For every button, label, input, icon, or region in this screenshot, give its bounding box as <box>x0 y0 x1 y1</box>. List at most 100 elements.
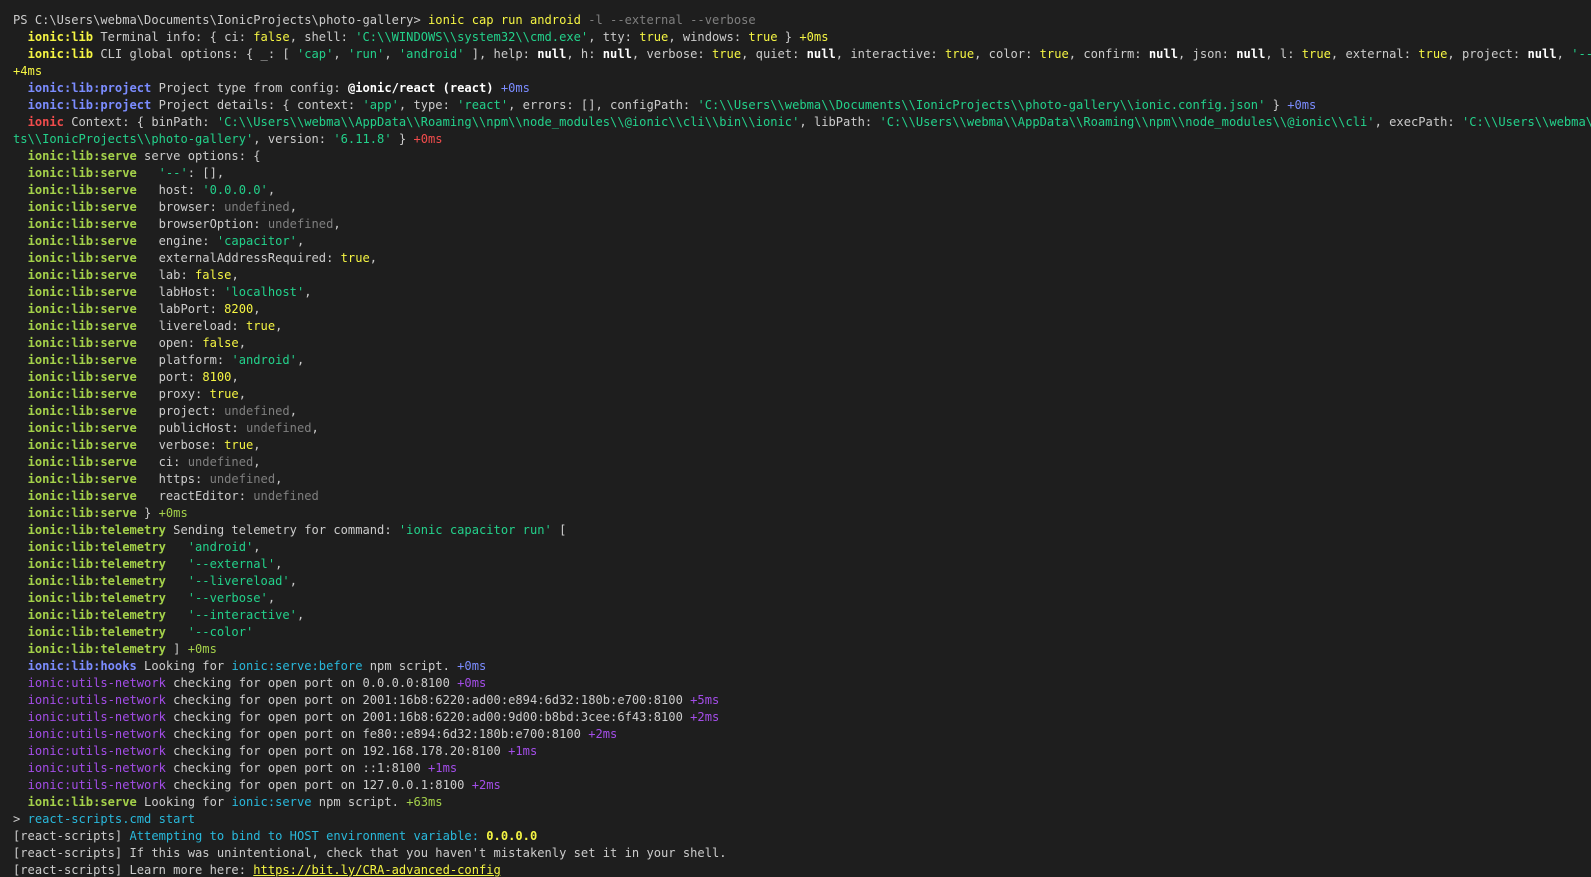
terminal-text-segment: , <box>267 183 276 197</box>
terminal-text-segment: 'android' <box>187 540 254 554</box>
terminal-text-segment: , execPath: <box>1374 115 1462 129</box>
terminal-text-segment: ionic <box>27 115 64 129</box>
terminal-text-segment: ionic:lib:serve <box>27 149 137 163</box>
terminal-text-segment: ionic:utils-network <box>27 693 166 707</box>
terminal-text-segment: npm script. <box>362 659 458 673</box>
terminal-text-segment: ionic:utils-network <box>27 761 166 775</box>
terminal-text-segment: , <box>231 370 239 384</box>
terminal-text-segment: } <box>777 30 800 44</box>
terminal-text-segment: Attempting to bind to HOST environment v… <box>129 829 487 843</box>
terminal-text-segment: ionic:lib:serve <box>27 489 137 503</box>
terminal-text-segment: 'android' <box>398 47 465 61</box>
terminal-text-segment: 'C:\\Users\\webma\\AppData\\Roaming\\npm… <box>216 115 800 129</box>
terminal-text-segment: port: <box>136 370 203 384</box>
terminal-line: ionic:lib:project Project type from conf… <box>13 80 1591 97</box>
terminal-line: ionic:lib:telemetry 'android', <box>13 539 1591 556</box>
terminal-text-segment: labHost: <box>136 285 225 299</box>
terminal-text-segment: true <box>1418 47 1448 61</box>
terminal-text-segment: https: <box>136 472 210 486</box>
terminal-line: ionic:lib:serve serve options: { <box>13 148 1591 165</box>
terminal-line: ionic:lib:serve livereload: true, <box>13 318 1591 335</box>
terminal-text-segment: +0ms <box>799 30 829 44</box>
terminal-text-segment: false <box>202 336 239 350</box>
terminal-line: ionic:lib:serve labPort: 8200, <box>13 301 1591 318</box>
terminal-text-segment: livereload: <box>136 319 246 333</box>
terminal-text-segment: , <box>384 47 399 61</box>
terminal-text-segment: , errors: [], configPath: <box>508 98 698 112</box>
terminal-text-segment: 0.0.0.0 <box>486 829 538 843</box>
terminal-text-segment: , <box>296 234 305 248</box>
terminal-line: ionic:lib CLI global options: { _: [ 'ca… <box>13 46 1591 63</box>
terminal-text-segment: 8200 <box>224 302 254 316</box>
terminal-text-segment: false <box>195 268 232 282</box>
terminal-text-segment: 'C:\\WINDOWS\\system32\\cmd.exe' <box>355 30 589 44</box>
terminal-line: ionic:lib:serve engine: 'capacitor', <box>13 233 1591 250</box>
terminal-text-segment: '--external' <box>187 557 276 571</box>
terminal-text-segment: ], help: <box>464 47 538 61</box>
terminal-text-segment: ionic:utils-network <box>27 778 166 792</box>
terminal-text-segment: , <box>311 421 319 435</box>
terminal-text-segment: true <box>246 319 276 333</box>
terminal-text-segment: -l --external --verbose <box>588 13 756 27</box>
terminal-text-segment: 'run' <box>347 47 385 61</box>
terminal-link[interactable]: https://bit.ly/CRA-advanced-config <box>253 863 501 877</box>
terminal-text-segment: 'localhost' <box>224 285 305 299</box>
terminal-text-segment: [react-scripts] <box>13 829 130 843</box>
terminal-line: ionic:lib Terminal info: { ci: false, sh… <box>13 29 1591 46</box>
terminal-text-segment: +0ms <box>187 642 217 656</box>
terminal-text-segment: ionic:lib:serve <box>27 183 137 197</box>
terminal-text-segment: checking for open port on 2001:16b8:6220… <box>165 693 691 707</box>
terminal-line: ionic:lib:serve open: false, <box>13 335 1591 352</box>
terminal-text-segment: ionic:lib:telemetry <box>27 608 166 622</box>
terminal-text-segment: ionic:lib:serve <box>27 319 137 333</box>
terminal-text-segment: , <box>289 574 297 588</box>
terminal-line: ionic:lib:serve reactEditor: undefined <box>13 488 1591 505</box>
terminal-line: ionic:lib:telemetry ] +0ms <box>13 641 1591 658</box>
terminal-text-segment: ionic:utils-network <box>27 727 166 741</box>
terminal-text-segment: , <box>275 319 283 333</box>
terminal-text-segment: true <box>748 30 778 44</box>
terminal-text-segment: , <box>267 591 276 605</box>
terminal-text-segment: ionic:lib:serve <box>27 353 137 367</box>
terminal-text-segment: ionic:lib:serve <box>27 795 137 809</box>
terminal-text-segment: ionic:lib:serve <box>27 387 137 401</box>
terminal-text-segment: true <box>209 387 239 401</box>
terminal-line: ionic:lib:serve externalAddressRequired:… <box>13 250 1591 267</box>
terminal-text-segment: reactEditor: <box>136 489 254 503</box>
terminal-text-segment: +5ms <box>690 693 720 707</box>
terminal-text-segment: , external: <box>1330 47 1419 61</box>
terminal-text-segment: +1ms <box>428 761 458 775</box>
terminal-text-segment: , type: <box>398 98 458 112</box>
terminal-text-segment: '6.11.8' <box>333 132 392 146</box>
terminal-output[interactable]: PS C:\Users\webma\Documents\IonicProject… <box>0 0 1591 877</box>
terminal-text-segment: ionic:lib:serve <box>27 302 137 316</box>
terminal-line: ionic:lib:serve '--': [], <box>13 165 1591 182</box>
terminal-text-segment: ionic:lib:serve <box>27 506 137 520</box>
terminal-text-segment: true <box>224 438 254 452</box>
terminal-text-segment: ionic:lib:project <box>27 81 152 95</box>
terminal-text-segment: , <box>275 472 283 486</box>
terminal-text-segment: ionic:utils-network <box>27 744 166 758</box>
terminal-line: ionic:lib:telemetry '--external', <box>13 556 1591 573</box>
terminal-text-segment: project: <box>136 404 225 418</box>
terminal-text-segment: ionic:serve:before <box>231 659 363 673</box>
terminal-text-segment: , <box>289 200 297 214</box>
terminal-text-segment: 'android' <box>231 353 297 367</box>
terminal-text-segment: undefined <box>246 421 312 435</box>
terminal-text-segment: lab: <box>136 268 196 282</box>
terminal-text-segment: react-scripts.cmd start <box>27 812 196 826</box>
terminal-line: ionic:lib:serve ci: undefined, <box>13 454 1591 471</box>
terminal-text-segment: , <box>253 455 261 469</box>
terminal-text-segment: , quiet: <box>741 47 807 61</box>
